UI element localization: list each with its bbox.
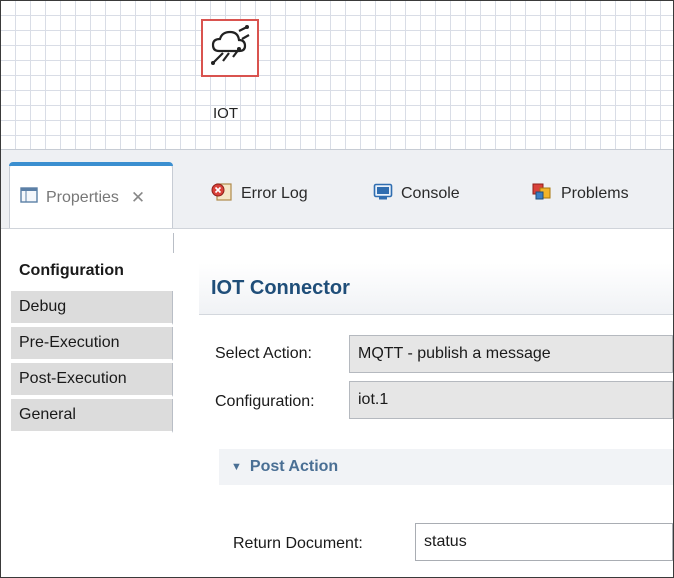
iot-node[interactable] xyxy=(201,19,259,77)
page-title: IOT Connector xyxy=(199,263,673,315)
tab-console[interactable]: Console xyxy=(373,162,460,226)
cloud-connect-icon xyxy=(209,24,251,72)
select-action-label: Select Action: xyxy=(215,345,312,362)
tab-problems-label: Problems xyxy=(561,185,629,202)
sidebar-divider xyxy=(173,233,174,253)
return-document-label: Return Document: xyxy=(233,535,363,552)
iot-node-label: IOT xyxy=(213,105,238,122)
problems-icon xyxy=(531,182,553,207)
sidebar-item-label: Configuration xyxy=(19,262,124,279)
return-document-field[interactable]: status xyxy=(415,523,673,561)
close-icon[interactable]: ✕ xyxy=(131,188,145,208)
properties-sidebar: Configuration Debug Pre-Execution Post-E… xyxy=(1,233,176,577)
editor-window: IOT Properties ✕ Error Log Console Probl… xyxy=(0,0,674,578)
tab-error-log[interactable]: Error Log xyxy=(211,162,308,226)
tab-properties-label: Properties xyxy=(46,188,119,206)
chevron-down-icon: ▼ xyxy=(231,461,242,473)
error-log-icon xyxy=(211,182,233,207)
console-icon xyxy=(373,183,393,206)
select-action-dropdown[interactable]: MQTT - publish a message xyxy=(349,335,673,373)
view-tab-bar: Properties ✕ Error Log Console Problems xyxy=(1,149,673,235)
select-action-value: MQTT - publish a message xyxy=(358,345,551,362)
configuration-field[interactable]: iot.1 xyxy=(349,381,673,419)
post-action-section-header[interactable]: ▼ Post Action xyxy=(219,449,673,485)
sidebar-item-configuration[interactable]: Configuration xyxy=(11,255,173,289)
return-document-value: status xyxy=(424,533,467,550)
sidebar-item-pre-execution[interactable]: Pre-Execution xyxy=(11,327,173,361)
tab-problems[interactable]: Problems xyxy=(531,162,629,226)
tab-error-log-label: Error Log xyxy=(241,185,308,202)
sidebar-item-label: Debug xyxy=(19,298,67,315)
sidebar-item-label: General xyxy=(19,406,76,423)
process-canvas[interactable]: IOT xyxy=(1,1,673,149)
sidebar-item-label: Pre-Execution xyxy=(19,334,120,351)
sidebar-item-label: Post-Execution xyxy=(19,370,127,387)
tab-console-label: Console xyxy=(401,185,460,202)
sidebar-item-general[interactable]: General xyxy=(11,399,173,433)
configuration-value: iot.1 xyxy=(358,391,389,408)
tab-properties[interactable]: Properties ✕ xyxy=(9,162,173,232)
sidebar-item-post-execution[interactable]: Post-Execution xyxy=(11,363,173,397)
properties-icon xyxy=(20,187,38,208)
post-action-label: Post Action xyxy=(249,458,339,475)
configuration-panel: IOT Connector Select Action: MQTT - publ… xyxy=(199,233,673,577)
sidebar-item-debug[interactable]: Debug xyxy=(11,291,173,325)
configuration-label: Configuration: xyxy=(215,393,315,410)
